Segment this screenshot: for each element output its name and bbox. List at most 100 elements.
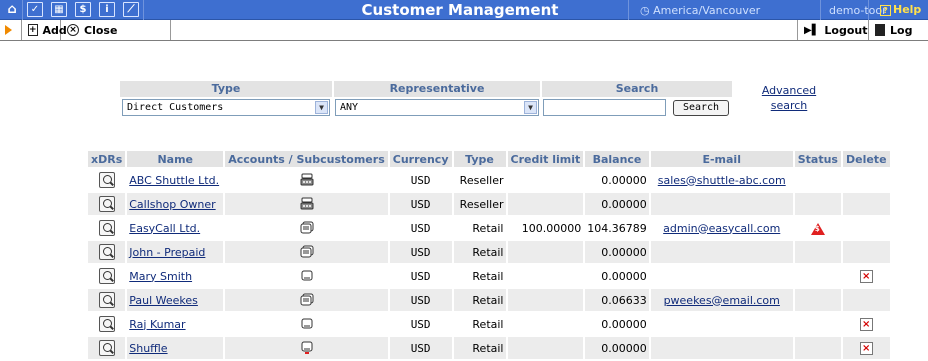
chevron-down-icon[interactable]: ▼	[524, 101, 537, 114]
type-cell: Retail	[453, 241, 506, 263]
help-icon: ?	[880, 5, 891, 16]
balance-cell: 0.00000	[601, 269, 647, 283]
name-cell: John - Prepaid	[127, 241, 224, 263]
representative-select[interactable]: ANY ▼	[335, 99, 539, 116]
magnifier-icon[interactable]	[98, 268, 115, 284]
representative-select-value: ANY	[340, 102, 359, 113]
advanced-search-link[interactable]: Advanced search	[754, 83, 824, 113]
email-cell: admin@easycall.com	[651, 217, 793, 239]
customer-name-link[interactable]: ABC Shuttle Ltd.	[129, 174, 219, 187]
column-header: Delete	[842, 151, 890, 167]
credit-limit-cell	[508, 169, 584, 191]
customer-name-link[interactable]: John - Prepaid	[129, 246, 205, 259]
delete-icon[interactable]: ×	[859, 341, 873, 355]
table-header-row: xDRs Name Accounts / Subcustomers Curren…	[88, 151, 890, 167]
timezone-label[interactable]: ◷ America/Vancouver	[640, 4, 760, 17]
reseller-icon[interactable]	[299, 197, 315, 210]
email-link[interactable]: sales@shuttle-abc.com	[658, 174, 786, 187]
accounts-stack-icon[interactable]	[299, 245, 315, 258]
checkbox-icon[interactable]: ✓	[27, 2, 43, 17]
representative-header: Representative	[334, 81, 540, 97]
customer-name-link[interactable]: Mary Smith	[129, 270, 192, 283]
type-cell: Retail	[453, 289, 506, 311]
delete-cell	[843, 169, 890, 191]
email-link[interactable]: pweekes@email.com	[664, 294, 780, 307]
accounts-cell	[225, 241, 388, 263]
delete-cell	[842, 241, 890, 263]
name-cell: EasyCall Ltd.	[127, 217, 223, 239]
xdr-cell	[88, 169, 125, 191]
grid-icon[interactable]: ▦	[51, 2, 67, 17]
reseller-icon[interactable]	[299, 173, 315, 186]
currency-cell: USD	[410, 269, 431, 283]
accounts-cell	[225, 169, 388, 191]
email-link[interactable]: admin@easycall.com	[663, 222, 780, 235]
chart-icon[interactable]: ⟋	[123, 2, 139, 17]
email-cell	[650, 337, 793, 359]
divider	[628, 0, 629, 20]
chevron-down-icon[interactable]: ▼	[315, 101, 328, 114]
single-account-icon[interactable]	[299, 341, 315, 354]
clock-icon: ◷	[640, 4, 654, 17]
accounts-stack-icon[interactable]	[299, 293, 315, 306]
delete-icon[interactable]: ×	[859, 317, 873, 331]
table-row: Callshop Owner USD Reseller 0.00000	[88, 193, 890, 215]
credit-limit-cell	[507, 241, 584, 263]
column-header: E-mail	[650, 151, 793, 167]
balance-cell: 104.36789	[587, 221, 647, 235]
magnifier-icon[interactable]	[98, 316, 115, 332]
type-cell: Retail	[453, 337, 506, 359]
credit-limit-cell	[507, 289, 584, 311]
status-cell	[794, 337, 841, 359]
name-cell: Mary Smith	[127, 265, 223, 287]
type-cell: Reseller	[459, 173, 504, 187]
table-row: Raj Kumar USD Retail 0.00000 ×	[88, 313, 890, 335]
no-account-icon[interactable]	[299, 269, 315, 282]
customer-name-link[interactable]: Raj Kumar	[129, 318, 185, 331]
credit-limit-cell	[507, 193, 584, 215]
column-header: Accounts / Subcustomers	[225, 151, 388, 167]
help-link[interactable]: ? Help	[880, 3, 921, 16]
logout-button[interactable]: ▶▌ Logout	[797, 20, 869, 40]
magnifier-icon[interactable]	[98, 172, 115, 188]
divider	[22, 0, 23, 20]
accounts-cell	[225, 265, 388, 287]
balance-cell: 0.00000	[585, 337, 649, 359]
no-account-icon[interactable]	[299, 317, 315, 330]
column-header: Currency	[389, 151, 452, 167]
magnifier-icon[interactable]	[98, 196, 115, 212]
search-input[interactable]	[543, 99, 666, 116]
type-cell: Retail	[472, 317, 504, 331]
log-button[interactable]: Log	[869, 20, 928, 40]
magnifier-icon[interactable]	[98, 244, 115, 260]
home-icon[interactable]: ⌂	[4, 2, 20, 17]
customer-name-link[interactable]: Callshop Owner	[129, 198, 215, 211]
search-button[interactable]: Search	[673, 100, 729, 116]
info-icon[interactable]: i	[99, 2, 115, 17]
magnifier-icon[interactable]	[98, 220, 115, 236]
customer-name-link[interactable]: EasyCall Ltd.	[129, 222, 200, 235]
email-cell	[650, 193, 793, 215]
user-name[interactable]: demo-toor	[829, 4, 887, 17]
close-button[interactable]: × Close	[61, 20, 171, 40]
accounts-cell	[225, 217, 388, 239]
add-button[interactable]: + Add	[21, 20, 67, 40]
table-row: John - Prepaid USD Retail 0.00000	[88, 241, 890, 263]
credit-limit-cell	[508, 265, 584, 287]
type-select[interactable]: Direct Customers ▼	[122, 99, 330, 116]
magnifier-icon[interactable]	[98, 292, 115, 308]
credit-limit-cell: 100.00000	[521, 221, 582, 235]
customer-name-link[interactable]: Shuffle	[129, 342, 167, 355]
accounts-stack-icon[interactable]	[299, 221, 315, 234]
xdr-cell	[88, 217, 125, 239]
delete-icon[interactable]: ×	[859, 269, 873, 283]
xdr-cell	[88, 289, 126, 311]
status-cell	[794, 289, 841, 311]
type-cell: Retail	[472, 269, 504, 283]
dollar-icon[interactable]: $	[75, 2, 91, 17]
accounts-cell	[225, 337, 388, 359]
customer-name-link[interactable]: Paul Weekes	[129, 294, 198, 307]
column-header: xDRs	[88, 151, 126, 167]
delete-cell: ×	[843, 265, 890, 287]
table-row: Shuffle USD Retail 0.00000 ×	[88, 337, 890, 359]
